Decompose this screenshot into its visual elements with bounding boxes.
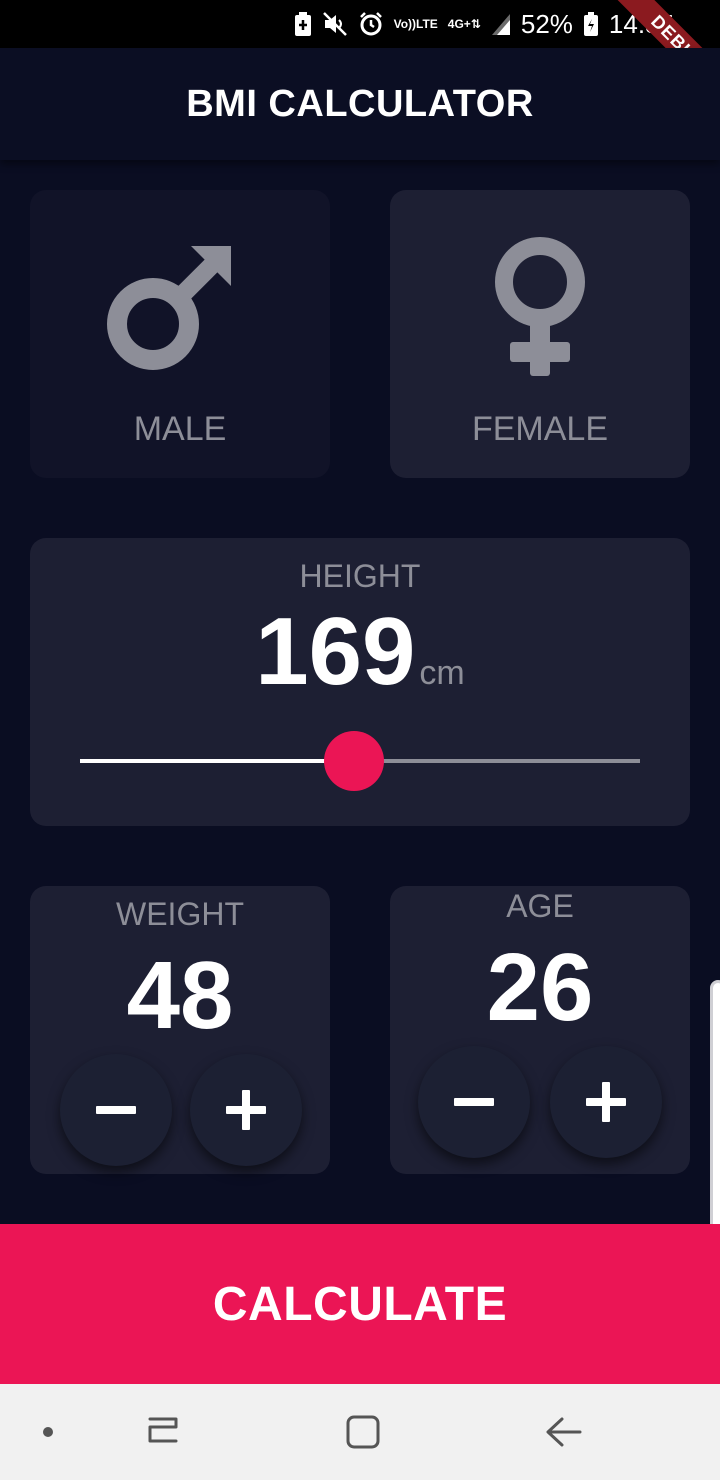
weight-label: WEIGHT bbox=[116, 896, 244, 932]
minus-icon bbox=[454, 1098, 494, 1106]
page-title: BMI CALCULATOR bbox=[186, 82, 534, 125]
recents-icon[interactable] bbox=[138, 1408, 186, 1456]
signal-icon bbox=[491, 12, 511, 36]
battery-percent: 52% bbox=[520, 8, 573, 39]
status-bar: Vo)) LTE 4G+ ⇅ 52% 14:35 bbox=[0, 0, 720, 48]
volte-label: Vo)) bbox=[393, 17, 417, 31]
male-icon bbox=[30, 232, 330, 382]
height-card: HEIGHT 169 cm bbox=[30, 538, 690, 826]
plus-icon bbox=[226, 1090, 266, 1130]
minus-icon bbox=[96, 1106, 136, 1114]
height-slider[interactable] bbox=[80, 730, 640, 794]
clock: 14:35 bbox=[608, 8, 674, 39]
volte-icon: Vo)) LTE bbox=[394, 18, 438, 30]
alarm-icon bbox=[358, 11, 384, 37]
male-label: MALE bbox=[133, 410, 227, 448]
system-nav-bar bbox=[0, 1384, 720, 1480]
age-card: AGE 26 bbox=[390, 886, 690, 1174]
height-value: 169 bbox=[255, 598, 416, 705]
plus-icon bbox=[586, 1082, 626, 1122]
slider-thumb[interactable] bbox=[324, 731, 384, 791]
age-label: AGE bbox=[506, 888, 574, 924]
female-label: FEMALE bbox=[471, 410, 609, 448]
app-bar: BMI CALCULATOR bbox=[0, 48, 720, 160]
age-decrement-button[interactable] bbox=[418, 1046, 530, 1158]
female-card[interactable]: FEMALE bbox=[390, 190, 690, 478]
data-saver-icon bbox=[294, 11, 312, 37]
weight-decrement-button[interactable] bbox=[60, 1054, 172, 1166]
slider-track-active[interactable] bbox=[80, 759, 354, 763]
network-4g-icon: 4G+ ⇅ bbox=[447, 17, 481, 31]
male-card[interactable]: MALE bbox=[30, 190, 330, 478]
weight-card: WEIGHT 48 bbox=[30, 886, 330, 1174]
battery-icon bbox=[583, 11, 599, 37]
calculate-label: CALCULATE bbox=[212, 1277, 508, 1331]
height-label: HEIGHT bbox=[299, 558, 421, 594]
mute-icon bbox=[322, 11, 348, 37]
female-icon bbox=[390, 232, 690, 382]
age-value: 26 bbox=[486, 934, 594, 1041]
weight-increment-button[interactable] bbox=[190, 1054, 302, 1166]
height-value-row: 169 cm bbox=[30, 604, 690, 700]
height-unit: cm bbox=[419, 654, 465, 692]
calculate-button[interactable]: CALCULATE bbox=[0, 1224, 720, 1384]
network-label: 4G+ bbox=[447, 17, 471, 31]
back-icon[interactable] bbox=[540, 1408, 588, 1456]
dot-icon[interactable] bbox=[24, 1408, 72, 1456]
age-increment-button[interactable] bbox=[550, 1046, 662, 1158]
lte-label: LTE bbox=[416, 17, 438, 31]
home-icon[interactable] bbox=[339, 1408, 387, 1456]
weight-value: 48 bbox=[126, 942, 234, 1049]
slider-track-inactive[interactable] bbox=[354, 759, 640, 763]
